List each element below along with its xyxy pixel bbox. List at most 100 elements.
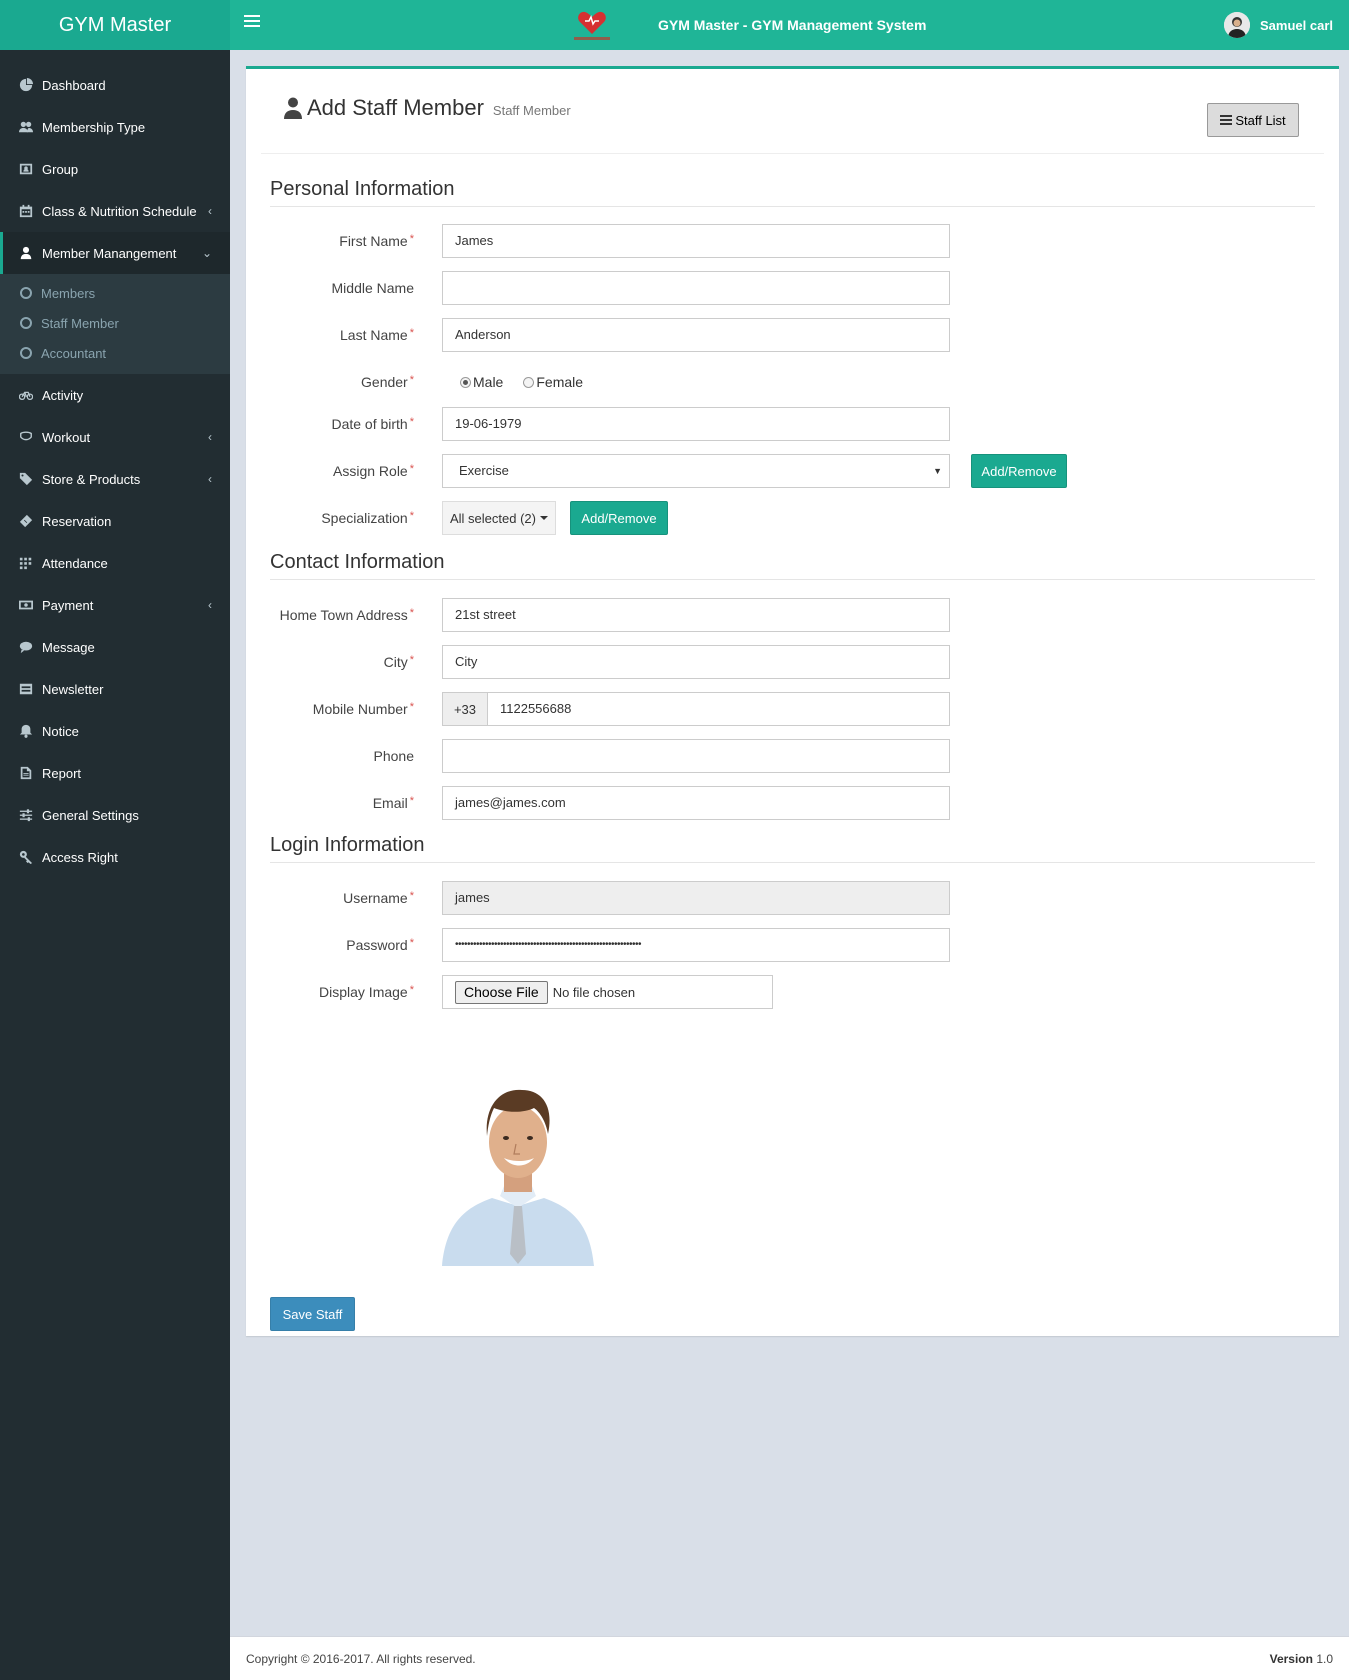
assign-role-row: Assign Role * Exercise ▼ Add/Remove [270,454,1315,488]
ticket-icon [18,513,34,529]
password-field[interactable]: ••••••••••••••••••••••••••••••••••••••••… [442,928,950,962]
brand-logo[interactable]: GYM Master [0,0,230,50]
sidebar-item-reservation[interactable]: Reservation [0,500,230,542]
sidebar-menu: Dashboard Membership Type Group Class & … [0,64,230,274]
gender-male-radio[interactable] [460,376,471,388]
sidebar-item-attendance[interactable]: Attendance [0,542,230,584]
email-field[interactable]: james@james.com [442,786,950,820]
sidebar-item-message[interactable]: Message [0,626,230,668]
chevron-down-icon: ⌄ [201,246,212,260]
sidebar-item-report[interactable]: Report [0,752,230,794]
sidebar-subitem-staff-member[interactable]: Staff Member [0,308,230,338]
sidebar-item-label: Membership Type [42,119,146,135]
topbar: GYM Master - GYM Management System Samue… [230,0,1349,50]
email-label: Email * [372,795,414,811]
sidebar-subitem-accountant[interactable]: Accountant [0,338,230,368]
gym-logo-icon [574,11,610,40]
chevron-left-icon: ‹ [208,472,212,486]
system-title: GYM Master - GYM Management System [658,17,927,33]
dashboard-icon [18,77,34,93]
sidebar-item-newsletter[interactable]: Newsletter [0,668,230,710]
middle-name-field[interactable] [442,271,950,305]
middle-name-row: Middle Name [270,271,1315,305]
sliders-icon [18,807,34,823]
country-code-addon: +33 [442,692,488,726]
file-status: No file chosen [552,984,636,1000]
footer: Copyright © 2016-2017. All rights reserv… [230,1636,1349,1680]
phone-label: Phone [373,748,414,764]
sidebar-item-access-right[interactable]: Access Right [0,836,230,878]
display-image-label: Display Image * [319,984,414,1000]
sidebar-item-label: Member Manangement [42,245,177,261]
last-name-field[interactable]: Anderson [442,318,950,352]
first-name-row: First Name * James [270,224,1315,258]
money-icon [18,597,34,613]
circle-icon [20,317,32,329]
sidebar-item-label: Attendance [42,555,108,571]
email-row: Email * james@james.com [270,786,1315,820]
hamburger-icon[interactable] [244,15,260,29]
sidebar-item-general-settings[interactable]: General Settings [0,794,230,836]
tags-icon [18,471,34,487]
sidebar-item-payment[interactable]: Payment ‹ [0,584,230,626]
sidebar-subitem-label: Accountant [41,345,107,361]
user-menu[interactable]: Samuel carl [1224,12,1333,38]
member-management-submenu: Members Staff Member Accountant [0,274,230,374]
first-name-label: First Name * [339,233,414,249]
assign-role-value: Exercise [459,463,509,478]
bicycle-icon [18,387,34,403]
sidebar-item-member-management[interactable]: Member Manangement ⌄ [0,232,230,274]
specialization-multiselect[interactable]: All selected (2) [442,501,556,535]
sidebar-item-membership-type[interactable]: Membership Type [0,106,230,148]
gender-row: Gender * Male Female [270,365,1315,399]
sidebar-item-label: Group [42,161,79,177]
choose-file-button[interactable]: Choose File [455,980,548,1004]
sidebar-item-dashboard[interactable]: Dashboard [0,64,230,106]
phone-row: Phone [270,739,1315,773]
city-field[interactable]: City [442,645,950,679]
dob-field[interactable]: 19-06-1979 [442,407,950,441]
chevron-left-icon: ‹ [208,430,212,444]
last-name-label: Last Name * [340,327,414,343]
sidebar-item-workout[interactable]: Workout ‹ [0,416,230,458]
specialization-row: Specialization * All selected (2) Add/Rem… [270,501,1315,535]
group-icon [18,161,34,177]
specialization-add-remove-button[interactable]: Add/Remove [570,501,668,535]
calendar-icon [18,203,34,219]
sidebar-subitem-label: Members [41,285,96,301]
gender-female-radio[interactable] [523,376,535,388]
role-add-remove-button[interactable]: Add/Remove [971,454,1067,488]
sidebar-item-label: Report [42,765,82,781]
save-staff-button[interactable]: Save Staff [270,1297,355,1331]
mobile-field[interactable]: 1122556688 [487,692,950,726]
city-row: City * City [270,645,1315,679]
gender-male-label: Male [473,374,504,390]
version-text: Version 1.0 [1270,1652,1333,1666]
sidebar-item-group[interactable]: Group [0,148,230,190]
users-icon [18,119,34,135]
sidebar-subitem-members[interactable]: Members [0,278,230,308]
sidebar-item-class-nutrition-schedule[interactable]: Class & Nutrition Schedule ‹ [0,190,230,232]
sidebar-menu-lower: Activity Workout ‹ Store & Products ‹ Re… [0,374,230,878]
address-field[interactable]: 21st street [442,598,950,632]
section-contact-information: Contact Information [270,551,1315,580]
display-image-file-input[interactable]: Choose File No file chosen [442,975,773,1009]
gender-label: Gender * [361,374,414,390]
assign-role-label: Assign Role * [333,463,414,479]
sidebar-item-store-products[interactable]: Store & Products ‹ [0,458,230,500]
box-header: Add Staff Member Staff Member Staff List [261,69,1324,154]
sidebar-item-notice[interactable]: Notice [0,710,230,752]
assign-role-select[interactable]: Exercise ▼ [442,454,950,488]
sidebar-item-activity[interactable]: Activity [0,374,230,416]
city-label: City * [383,654,414,670]
sidebar-item-label: Activity [42,387,84,403]
first-name-field[interactable]: James [442,224,950,258]
sidebar-item-label: General Settings [42,807,139,823]
staff-list-button[interactable]: Staff List [1207,103,1299,137]
sidebar-item-label: Access Right [42,849,118,865]
page-title-text: Add Staff Member [307,95,484,120]
sidebar-subitem-label: Staff Member [41,315,119,331]
sidebar-item-label: Payment [42,597,94,613]
phone-field[interactable] [442,739,950,773]
sidebar-item-label: Message [42,639,95,655]
